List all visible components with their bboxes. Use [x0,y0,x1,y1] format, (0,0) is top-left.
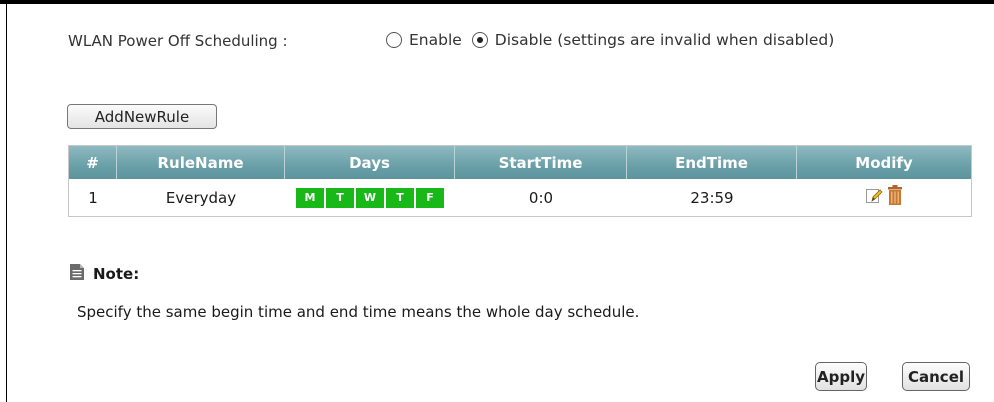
row-end-time: 23:59 [690,188,734,207]
row-start-time: 0:0 [528,188,554,207]
header-number: # [69,146,117,179]
header-rule-name: RuleName [117,146,285,179]
note-title: Note: [93,265,140,283]
document-note-icon [69,263,85,281]
disable-radio[interactable] [471,32,488,48]
scheduling-label: WLAN Power Off Scheduling : [68,32,288,50]
table-header-row: # RuleName Days StartTime EndTime Modify [69,146,971,179]
disable-radio-label: Disable (settings are invalid when disab… [494,31,835,49]
header-start-time: StartTime [455,146,627,179]
top-border [0,0,994,4]
day-thursday: T [386,187,414,208]
enable-radio[interactable] [386,32,402,48]
table-row: 1 Everyday M T W T F 0:0 23:59 [69,179,971,216]
row-number: 1 [88,188,98,207]
radio-selected-dot [476,37,483,43]
day-monday: M [296,187,324,208]
rule-table: # RuleName Days StartTime EndTime Modify… [68,145,972,217]
enable-radio-label: Enable [409,31,462,49]
trash-icon[interactable] [887,185,903,210]
add-new-rule-button[interactable]: AddNewRule [67,104,217,129]
header-days: Days [285,146,455,179]
day-tuesday: T [326,187,354,208]
days-strip: M T W T F [296,187,444,208]
header-end-time: EndTime [627,146,797,179]
row-rule-name: Everyday [165,188,237,207]
apply-button[interactable]: Apply [815,362,867,391]
modify-icons [865,185,903,210]
day-wednesday: W [356,187,384,208]
header-modify: Modify [855,153,913,172]
cancel-button[interactable]: Cancel [902,362,970,391]
scheduling-radio-group: Enable Disable (settings are invalid whe… [386,31,844,49]
day-friday: F [416,187,444,208]
row-days: M T W T F [285,179,455,216]
left-border [6,0,7,402]
pencil-edit-icon[interactable] [865,187,883,209]
row-modify [797,179,971,216]
note-text: Specify the same begin time and end time… [77,303,640,321]
